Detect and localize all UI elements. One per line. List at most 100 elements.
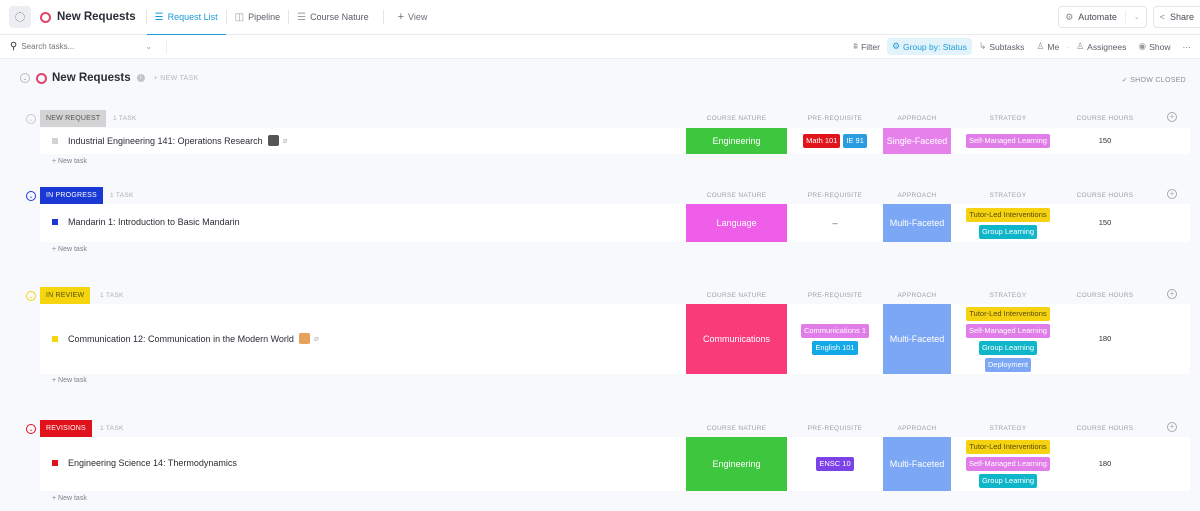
- column-header-prerequisite[interactable]: PRE-REQUISITE: [795, 115, 875, 122]
- new-task-button[interactable]: + New task: [52, 495, 87, 502]
- space-icon-button[interactable]: [9, 6, 31, 28]
- status-square-icon[interactable]: [52, 335, 58, 342]
- column-header-prerequisite[interactable]: PRE-REQUISITE: [795, 425, 875, 432]
- column-header-approach[interactable]: APPROACH: [883, 292, 951, 299]
- task-name-cell[interactable]: Engineering Science 14: Thermodynamics: [52, 458, 237, 468]
- share-button[interactable]: < Share: [1152, 6, 1200, 28]
- add-column-button[interactable]: +: [1167, 112, 1177, 122]
- add-column-button[interactable]: +: [1167, 422, 1177, 432]
- add-column-button[interactable]: +: [1167, 189, 1177, 199]
- strategy-tag[interactable]: Group Learning: [978, 340, 1038, 355]
- task-name[interactable]: Mandarin 1: Introduction to Basic Mandar…: [68, 217, 240, 227]
- prerequisite-cell[interactable]: Communications 1 English 101: [795, 304, 875, 374]
- course-nature-cell[interactable]: Engineering: [686, 437, 787, 491]
- collapse-group-button[interactable]: ⌄: [26, 114, 36, 124]
- course-hours-value[interactable]: 150: [1080, 136, 1130, 145]
- collapse-list-button[interactable]: ⌄: [20, 73, 30, 83]
- status-badge[interactable]: NEW REQUEST: [40, 110, 107, 127]
- approach-cell[interactable]: Multi-Faceted: [883, 304, 951, 374]
- new-task-button[interactable]: + New task: [52, 158, 87, 165]
- strategy-cell[interactable]: Tutor-Led Interventions Self-Managed Lear…: [957, 437, 1059, 491]
- status-badge[interactable]: REVISIONS: [40, 420, 92, 437]
- course-hours-value[interactable]: 150: [1080, 218, 1130, 227]
- new-task-button[interactable]: + New task: [52, 377, 87, 384]
- collapse-group-button[interactable]: ⌄: [26, 424, 36, 434]
- course-nature-cell[interactable]: Engineering: [686, 128, 787, 154]
- column-header-approach[interactable]: APPROACH: [883, 192, 951, 199]
- task-name[interactable]: Industrial Engineering 141: Operations R…: [68, 136, 263, 146]
- assignees-button[interactable]: ♙ Assignees: [1071, 38, 1131, 55]
- automate-button[interactable]: ⚙ Automate ⌄: [1058, 6, 1147, 28]
- strategy-cell[interactable]: Self-Managed Learning: [957, 128, 1059, 154]
- approach-cell[interactable]: Multi-Faceted: [883, 437, 951, 491]
- column-header-strategy[interactable]: STRATEGY: [957, 292, 1059, 299]
- task-name-cell[interactable]: Industrial Engineering 141: Operations R…: [52, 135, 287, 146]
- add-view-button[interactable]: + View: [398, 11, 428, 23]
- course-nature-cell[interactable]: Communications: [686, 304, 787, 374]
- task-row[interactable]: Industrial Engineering 141: Operations R…: [40, 128, 1190, 154]
- column-header-strategy[interactable]: STRATEGY: [957, 115, 1059, 122]
- new-task-header-button[interactable]: + NEW TASK: [154, 75, 199, 82]
- prerequisite-tag[interactable]: Math 101: [803, 134, 841, 148]
- course-hours-value[interactable]: 180: [1080, 459, 1130, 468]
- new-task-button[interactable]: + New task: [52, 246, 87, 253]
- attachment-icon[interactable]: ⌀: [283, 136, 288, 145]
- strategy-tag[interactable]: Tutor-Led Interventions: [966, 207, 1050, 222]
- column-header-course-hours[interactable]: COURSE HOURS: [1070, 292, 1140, 299]
- column-header-course-nature[interactable]: COURSE NATURE: [686, 192, 787, 199]
- prerequisite-tag[interactable]: Communications 1: [800, 323, 870, 338]
- strategy-tag[interactable]: Group Learning: [978, 474, 1038, 488]
- add-column-button[interactable]: +: [1167, 289, 1177, 299]
- collapse-group-button[interactable]: ⌄: [26, 291, 36, 301]
- strategy-tag[interactable]: Group Learning: [978, 224, 1038, 239]
- chevron-down-icon[interactable]: ⌄: [145, 42, 152, 51]
- strategy-tag[interactable]: Tutor-Led Interventions: [966, 440, 1050, 454]
- task-row[interactable]: Mandarin 1: Introduction to Basic Mandar…: [40, 204, 1190, 242]
- chevron-down-icon[interactable]: ⌄: [1134, 13, 1140, 21]
- strategy-cell[interactable]: Tutor-Led Interventions Self-Managed Lear…: [957, 304, 1059, 374]
- prerequisite-cell[interactable]: –: [795, 204, 875, 242]
- status-badge[interactable]: IN REVIEW: [40, 287, 91, 304]
- task-name-cell[interactable]: Mandarin 1: Introduction to Basic Mandar…: [52, 217, 240, 227]
- task-name[interactable]: Communication 12: Communication in the M…: [68, 334, 294, 344]
- subtasks-button[interactable]: ↳ Subtasks: [974, 38, 1030, 55]
- status-badge[interactable]: IN PROGRESS: [40, 187, 103, 204]
- column-header-approach[interactable]: APPROACH: [883, 115, 951, 122]
- status-square-icon[interactable]: [52, 219, 58, 225]
- column-header-course-nature[interactable]: COURSE NATURE: [686, 292, 787, 299]
- thumbnail-icon[interactable]: [267, 135, 279, 146]
- search-input[interactable]: [21, 42, 142, 51]
- column-header-prerequisite[interactable]: PRE-REQUISITE: [795, 192, 875, 199]
- collapse-group-button[interactable]: ⌄: [26, 191, 36, 201]
- approach-cell[interactable]: Single-Faceted: [883, 128, 951, 154]
- task-name-cell[interactable]: Communication 12: Communication in the M…: [52, 333, 319, 344]
- show-closed-button[interactable]: ✓ SHOW CLOSED: [1122, 76, 1186, 84]
- strategy-tag[interactable]: Deployment: [984, 357, 1032, 372]
- course-hours-value[interactable]: 180: [1080, 334, 1130, 343]
- course-nature-cell[interactable]: Language: [686, 204, 787, 242]
- column-header-prerequisite[interactable]: PRE-REQUISITE: [795, 292, 875, 299]
- strategy-tag[interactable]: Self-Managed Learning: [966, 323, 1050, 338]
- column-header-course-nature[interactable]: COURSE NATURE: [686, 425, 787, 432]
- task-name[interactable]: Engineering Science 14: Thermodynamics: [68, 458, 237, 468]
- column-header-strategy[interactable]: STRATEGY: [957, 192, 1059, 199]
- column-header-strategy[interactable]: STRATEGY: [957, 425, 1059, 432]
- prerequisite-tag[interactable]: English 101: [812, 340, 858, 355]
- prerequisite-cell[interactable]: ENSC 10: [795, 437, 875, 491]
- prerequisite-cell[interactable]: Math 101 IE 91: [795, 128, 875, 154]
- approach-cell[interactable]: Multi-Faceted: [883, 204, 951, 242]
- strategy-tag[interactable]: Self-Managed Learning: [966, 457, 1050, 471]
- column-header-course-hours[interactable]: COURSE HOURS: [1070, 425, 1140, 432]
- status-square-icon[interactable]: [52, 137, 58, 144]
- prerequisite-tag[interactable]: IE 91: [843, 134, 867, 148]
- thumbnail-icon[interactable]: [298, 333, 310, 344]
- status-square-icon[interactable]: [52, 460, 58, 466]
- show-button[interactable]: ◉ Show: [1133, 38, 1175, 55]
- me-button[interactable]: ♙ Me: [1031, 38, 1064, 55]
- more-button[interactable]: ···: [1178, 39, 1197, 55]
- tab-pipeline[interactable]: ◫ Pipeline: [227, 0, 288, 35]
- info-icon[interactable]: i: [136, 74, 145, 82]
- attachment-icon[interactable]: ⌀: [314, 334, 319, 343]
- task-row[interactable]: Engineering Science 14: Thermodynamics En…: [40, 437, 1190, 491]
- tab-request-list[interactable]: ☰ Request List: [146, 0, 226, 36]
